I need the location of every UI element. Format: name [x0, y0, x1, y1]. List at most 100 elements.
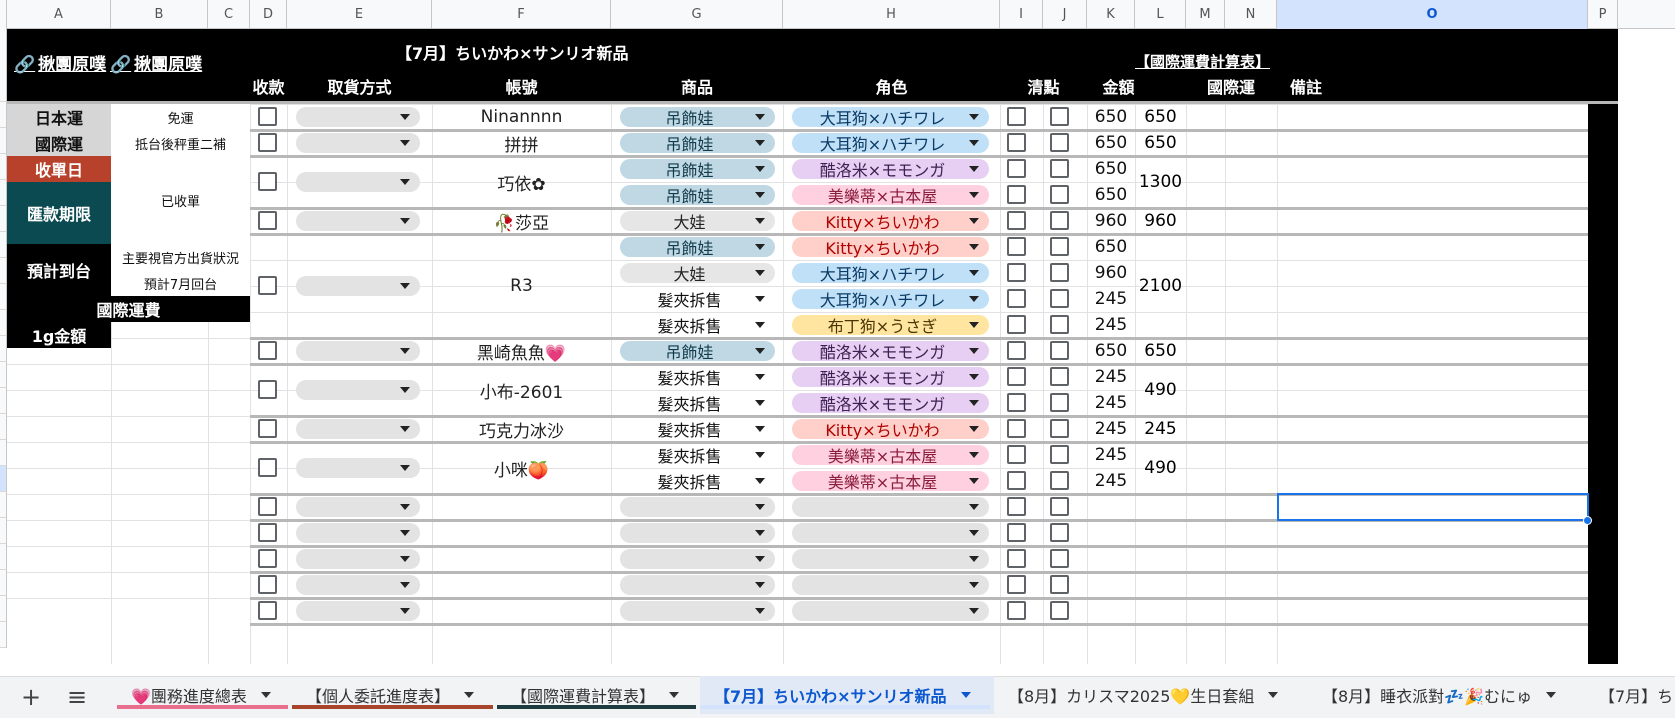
paid-checkbox[interactable]: [258, 575, 277, 594]
selected-cell[interactable]: [1277, 493, 1589, 521]
row-header[interactable]: [0, 466, 7, 492]
chip-character[interactable]: 美樂蒂×古本屋: [792, 445, 989, 466]
check-1-checkbox[interactable]: [1007, 367, 1026, 386]
column-header-i[interactable]: I: [1000, 0, 1043, 29]
selection-handle[interactable]: [1583, 516, 1592, 525]
row-header[interactable]: [0, 622, 7, 648]
check-1-checkbox[interactable]: [1007, 315, 1026, 334]
check-1-checkbox[interactable]: [1007, 341, 1026, 360]
check-1-checkbox[interactable]: [1007, 237, 1026, 256]
check-1-checkbox[interactable]: [1007, 601, 1026, 620]
paid-checkbox[interactable]: [258, 211, 277, 230]
chip-product[interactable]: 髮夾拆售: [620, 445, 775, 466]
dropdown-character[interactable]: [792, 575, 989, 595]
row-header[interactable]: [0, 440, 7, 466]
dropdown-pickup[interactable]: [296, 549, 420, 569]
chip-product[interactable]: 髮夾拆售: [620, 419, 775, 440]
check-2-checkbox[interactable]: [1050, 575, 1069, 594]
check-2-checkbox[interactable]: [1050, 211, 1069, 230]
check-2-checkbox[interactable]: [1050, 289, 1069, 308]
sheet-tab[interactable]: 【7月】ち: [1585, 676, 1675, 714]
dropdown-pickup[interactable]: [296, 419, 420, 439]
chip-character[interactable]: 大耳狗×ハチワレ: [792, 107, 989, 128]
dropdown-pickup[interactable]: [296, 380, 420, 400]
paid-checkbox[interactable]: [258, 419, 277, 438]
check-2-checkbox[interactable]: [1050, 549, 1069, 568]
dropdown-pickup[interactable]: [296, 133, 420, 153]
row-header[interactable]: [0, 544, 7, 570]
dropdown-character[interactable]: [792, 497, 989, 517]
chip-product[interactable]: 吊飾娃: [620, 159, 775, 180]
check-1-checkbox[interactable]: [1007, 445, 1026, 464]
row-header[interactable]: [0, 206, 7, 232]
paid-checkbox[interactable]: [258, 497, 277, 516]
row-header[interactable]: [0, 284, 7, 310]
row-header[interactable]: [0, 596, 7, 622]
chip-character[interactable]: 酷洛米×モモンガ: [792, 159, 989, 180]
dropdown-pickup[interactable]: [296, 341, 420, 361]
check-1-checkbox[interactable]: [1007, 575, 1026, 594]
chip-product[interactable]: 髮夾拆售: [620, 471, 775, 492]
chip-product[interactable]: 髮夾拆售: [620, 289, 775, 310]
link-original-post-a[interactable]: 🔗 揪團原噗: [14, 50, 106, 75]
sheet-tab[interactable]: 【8月】睡衣派對💤🎉むにゅ: [1308, 676, 1585, 714]
chip-character[interactable]: 大耳狗×ハチワレ: [792, 289, 989, 310]
chip-character[interactable]: 酷洛米×モモンガ: [792, 367, 989, 388]
check-1-checkbox[interactable]: [1007, 263, 1026, 282]
chip-product[interactable]: 髮夾拆售: [620, 367, 775, 388]
check-2-checkbox[interactable]: [1050, 263, 1069, 282]
chip-product[interactable]: 大娃: [620, 263, 775, 284]
paid-checkbox[interactable]: [258, 341, 277, 360]
column-header-e[interactable]: E: [287, 0, 432, 29]
column-header-g[interactable]: G: [611, 0, 783, 29]
select-all-corner[interactable]: [0, 0, 7, 29]
sheet-tab[interactable]: 【8月】カリスマ2025💛生日套組: [994, 676, 1308, 714]
chip-character[interactable]: 酷洛米×モモンガ: [792, 341, 989, 362]
dropdown-product[interactable]: [620, 497, 775, 517]
dropdown-character[interactable]: [792, 601, 989, 621]
dropdown-pickup[interactable]: [296, 523, 420, 543]
chip-product[interactable]: 大娃: [620, 211, 775, 232]
paid-checkbox[interactable]: [258, 549, 277, 568]
check-1-checkbox[interactable]: [1007, 471, 1026, 490]
paid-checkbox[interactable]: [258, 133, 277, 152]
row-header[interactable]: [0, 570, 7, 596]
check-1-checkbox[interactable]: [1007, 185, 1026, 204]
column-header-d[interactable]: D: [250, 0, 287, 29]
check-1-checkbox[interactable]: [1007, 549, 1026, 568]
column-header-c[interactable]: C: [208, 0, 250, 29]
check-2-checkbox[interactable]: [1050, 315, 1069, 334]
row-header[interactable]: [0, 258, 7, 284]
chip-character[interactable]: 布丁狗×うさぎ: [792, 315, 989, 336]
dropdown-pickup[interactable]: [296, 575, 420, 595]
paid-checkbox[interactable]: [258, 380, 277, 399]
row-header[interactable]: [0, 336, 7, 362]
check-2-checkbox[interactable]: [1050, 341, 1069, 360]
column-header-j[interactable]: J: [1043, 0, 1087, 29]
check-2-checkbox[interactable]: [1050, 159, 1069, 178]
row-header[interactable]: [0, 310, 7, 336]
column-header-m[interactable]: M: [1186, 0, 1225, 29]
chip-product[interactable]: 髮夾拆售: [620, 393, 775, 414]
check-1-checkbox[interactable]: [1007, 419, 1026, 438]
row-header[interactable]: [0, 102, 7, 128]
row-header[interactable]: [0, 492, 7, 518]
chip-product[interactable]: 髮夾拆售: [620, 315, 775, 336]
chip-character[interactable]: Kitty×ちいかわ: [792, 419, 989, 440]
dropdown-pickup[interactable]: [296, 276, 420, 296]
column-header-o[interactable]: O: [1277, 0, 1588, 29]
row-header[interactable]: [0, 128, 7, 154]
check-1-checkbox[interactable]: [1007, 289, 1026, 308]
dropdown-character[interactable]: [792, 549, 989, 569]
paid-checkbox[interactable]: [258, 523, 277, 542]
paid-checkbox[interactable]: [258, 458, 277, 477]
paid-checkbox[interactable]: [258, 276, 277, 295]
all-sheets-menu-button[interactable]: ≡: [60, 682, 94, 712]
column-header-n[interactable]: N: [1225, 0, 1277, 29]
row-header[interactable]: [0, 362, 7, 388]
dropdown-product[interactable]: [620, 549, 775, 569]
check-2-checkbox[interactable]: [1050, 185, 1069, 204]
chip-product[interactable]: 吊飾娃: [620, 107, 775, 128]
paid-checkbox[interactable]: [258, 601, 277, 620]
check-2-checkbox[interactable]: [1050, 497, 1069, 516]
